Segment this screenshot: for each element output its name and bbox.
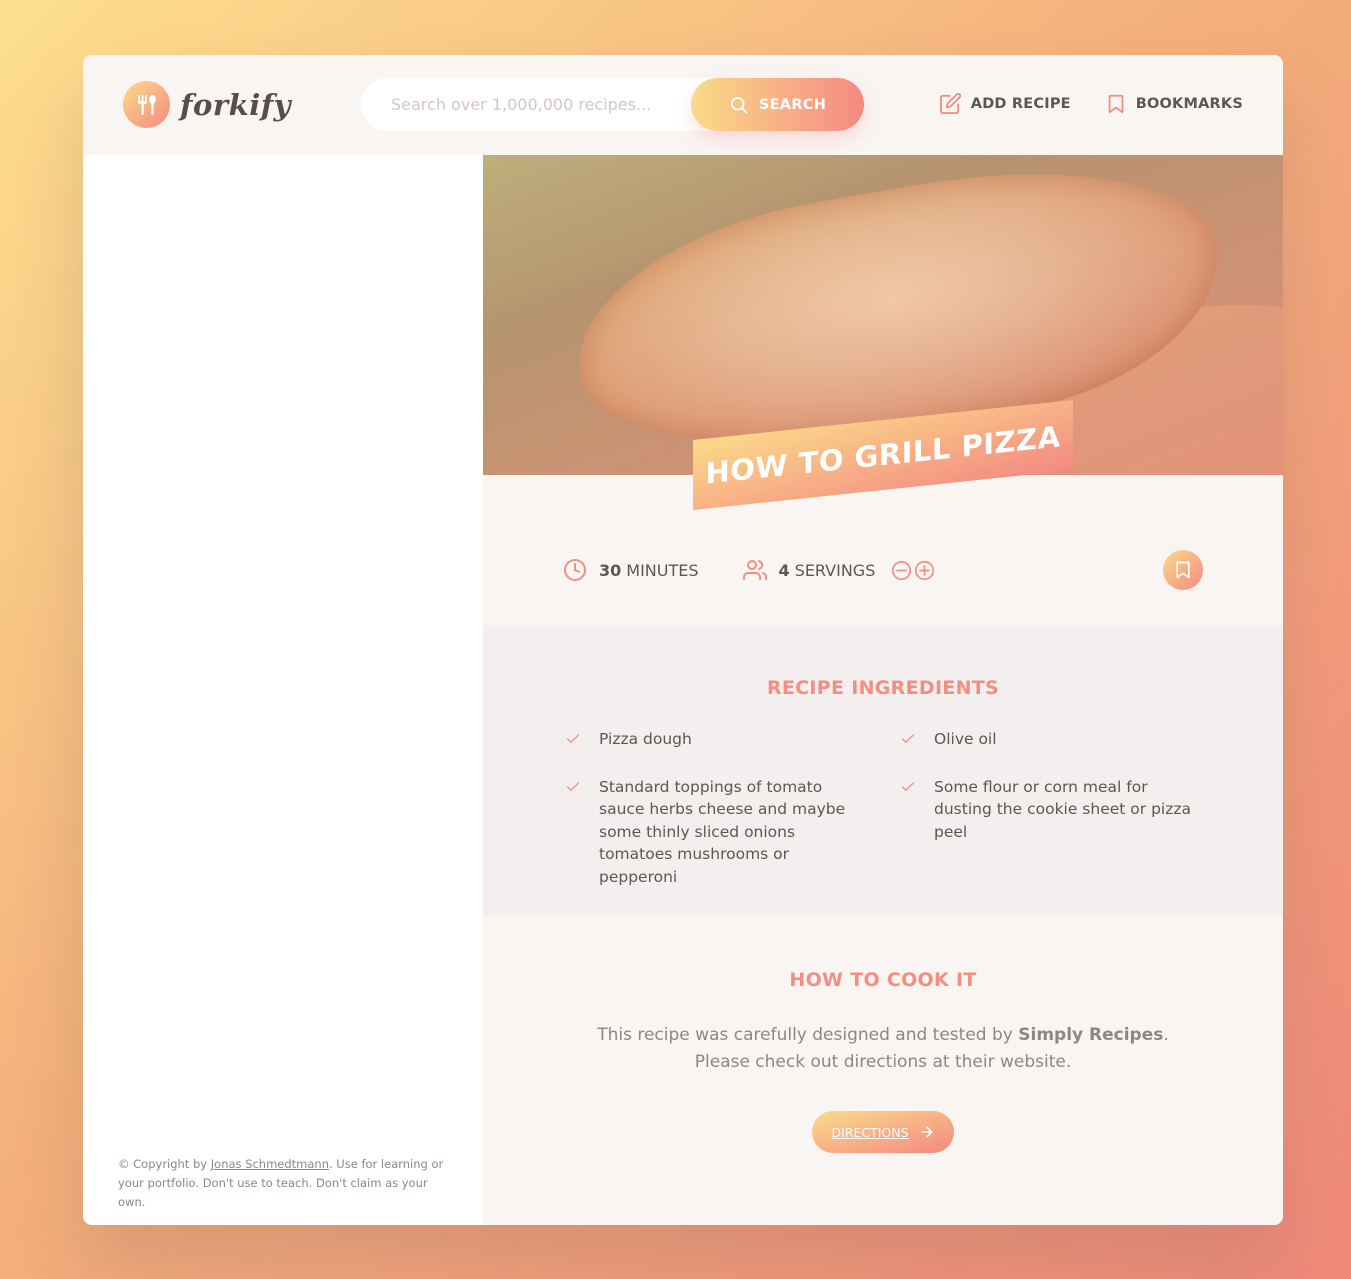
search-results-sidebar: © Copyright by Jonas Schmedtmann. Use fo… — [83, 155, 483, 1225]
copyright-prefix: © Copyright by — [118, 1157, 211, 1171]
search-input[interactable] — [391, 95, 691, 114]
recipe-details: 30 minutes 4 servings — [563, 550, 1203, 590]
arrow-right-icon — [921, 1126, 932, 1138]
publisher-name: Simply Recipes — [1018, 1025, 1164, 1045]
recipe-bookmark-button[interactable] — [1163, 550, 1203, 590]
header: forkify Search Add recipe — [83, 55, 1283, 155]
ingredients-heading: Recipe ingredients — [766, 677, 1000, 699]
ingredient-item: Standard toppings of tomato sauce herbs … — [563, 776, 898, 889]
recipe-view: How to Grill Pizza 30 minutes 4 servings — [483, 155, 1283, 1225]
check-icon — [567, 781, 579, 791]
users-icon — [742, 560, 767, 580]
cooking-time-unit: minutes — [626, 560, 699, 580]
ingredient-item: Some flour or corn meal for dusting the … — [898, 776, 1198, 889]
directions-text-before: This recipe was carefully designed and t… — [597, 1025, 1019, 1045]
directions-button-label: Directions — [831, 1124, 909, 1140]
bookmark-icon — [1108, 94, 1124, 113]
fork-spoon-icon — [123, 81, 170, 128]
clock-icon — [564, 559, 586, 581]
minus-circle-icon[interactable] — [891, 560, 912, 581]
ingredient-text: Standard toppings of tomato sauce herbs … — [599, 777, 846, 886]
author-link[interactable]: Jonas Schmedtmann — [211, 1157, 329, 1171]
directions-button[interactable]: Directions — [812, 1111, 954, 1153]
directions-section: How to cook it This recipe was carefully… — [483, 915, 1283, 1225]
check-icon — [902, 734, 914, 743]
search-icon — [730, 96, 748, 113]
add-recipe-label: Add recipe — [970, 95, 1071, 112]
servings-unit: servings — [794, 560, 876, 580]
check-icon — [567, 734, 579, 743]
servings-stepper — [891, 560, 935, 581]
servings: 4 servings — [742, 558, 936, 582]
ingredient-item: Olive oil — [898, 728, 1198, 751]
search-form: Search — [361, 78, 864, 131]
bookmark-icon — [1176, 561, 1190, 579]
bookmarks-label: Bookmarks — [1135, 95, 1243, 112]
add-recipe-button[interactable]: Add recipe — [939, 92, 1071, 115]
ingredient-text: Some flour or corn meal for dusting the … — [934, 777, 1191, 841]
cooking-time: 30 minutes — [563, 558, 699, 582]
edit-icon — [939, 92, 961, 115]
search-button-label: Search — [758, 96, 827, 113]
ingredient-text: Pizza dough — [599, 730, 692, 748]
app-container: forkify Search Add recipe — [83, 55, 1283, 1225]
plus-circle-icon[interactable] — [914, 560, 935, 581]
copyright: © Copyright by Jonas Schmedtmann. Use fo… — [118, 1155, 458, 1212]
bookmarks-button[interactable]: Bookmarks — [1105, 92, 1243, 115]
nav: Add recipe Bookmarks — [939, 92, 1243, 115]
ingredient-list: Pizza dough Olive oil Standard toppings … — [563, 728, 1203, 888]
search-button[interactable]: Search — [691, 78, 864, 131]
ingredients-section: Recipe ingredients Pizza dough Olive oil… — [483, 625, 1283, 915]
ingredient-item: Pizza dough — [563, 728, 898, 751]
directions-heading: How to cook it — [789, 969, 977, 991]
directions-text: This recipe was carefully designed and t… — [593, 1022, 1173, 1076]
logo-text: forkify — [180, 87, 292, 122]
ingredient-text: Olive oil — [934, 730, 997, 748]
check-icon — [902, 781, 914, 791]
cooking-time-value: 30 — [599, 560, 622, 580]
logo[interactable]: forkify — [123, 81, 291, 128]
servings-value: 4 — [778, 560, 790, 580]
